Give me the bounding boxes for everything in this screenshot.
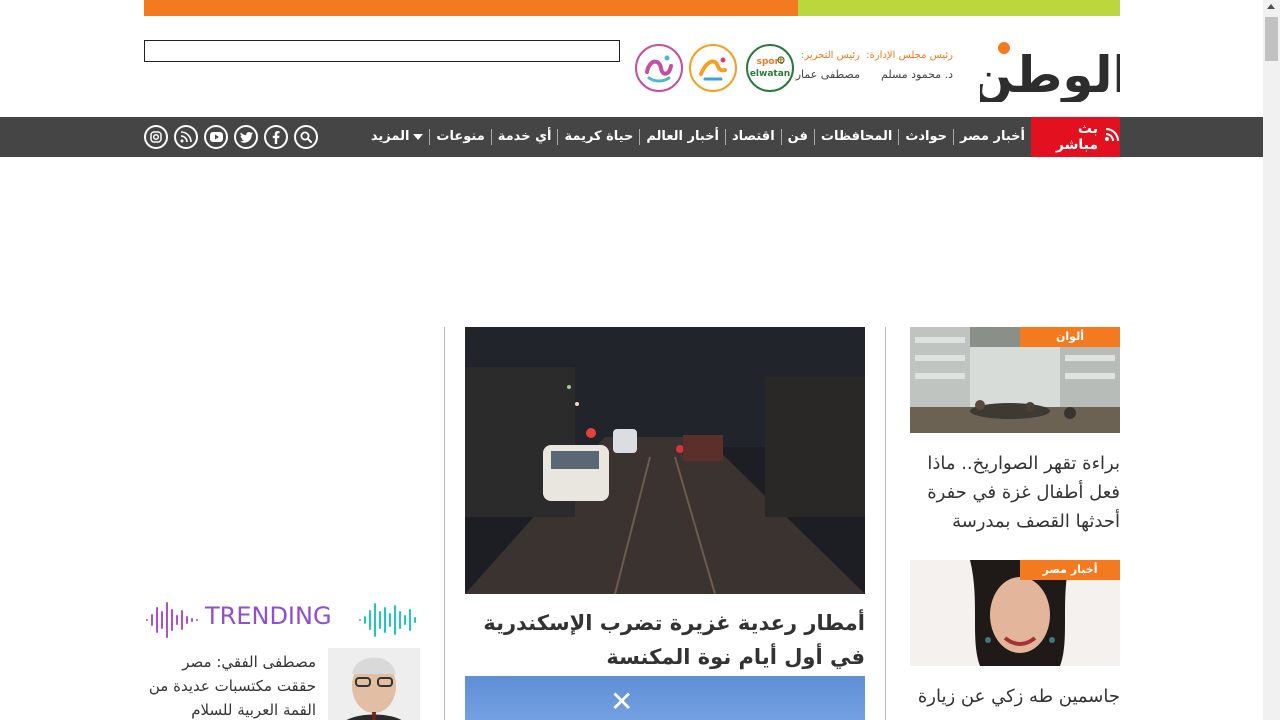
main-story-title[interactable]: أمطار رعدية غزيرة تضرب الإسكندرية في أول… [465,606,865,674]
strip-orange [144,0,798,16]
side-story-title[interactable]: براءة تقهر الصواريخ.. ماذا فعل أطفال غزة… [910,449,1120,536]
top-color-strip [144,0,1120,16]
alwan-logo[interactable] [689,44,737,92]
svg-text:elwatan: elwatan [750,69,790,79]
instagram-icon[interactable] [144,125,168,149]
nav-item-any-service[interactable]: أي خدمة [490,129,558,145]
trending-story-title[interactable]: مصطفى الفقي: مصر حققت مكتسبات عديدة من ا… [144,650,316,720]
trending-story-image[interactable] [328,648,420,720]
scroll-up-icon[interactable] [1267,4,1275,9]
trending-story[interactable]: مصطفى الفقي: مصر حققت مكتسبات عديدة من ا… [144,648,420,720]
site-header: sport elwatan رئيس التحرير: مصطفى عمار ر… [0,16,1263,117]
editor-role: رئيس التحرير: [800,50,860,61]
header-search-input[interactable] [144,40,620,62]
nav-item-misc[interactable]: منوعات [429,129,490,145]
youtube-icon[interactable] [204,125,228,149]
main-story-image[interactable] [465,327,865,594]
page: sport elwatan رئيس التحرير: مصطفى عمار ر… [0,0,1280,720]
scrollbar-thumb[interactable] [1265,17,1278,61]
nav-more-dropdown[interactable]: المزيد [365,129,430,145]
board-name: د. محمود مسلم [881,68,953,81]
nav-item-governorates[interactable]: المحافظات [813,129,898,145]
elwatan-logo[interactable]: الوطن [970,36,1130,105]
side-story-image[interactable]: ألوان [910,327,1120,433]
nav-more-label: المزيد [370,129,410,144]
board-role: رئيس مجلس الإدارة: [866,50,953,61]
live-label: بث مباشر [1055,121,1098,153]
social-icons [144,125,318,149]
side-story-title[interactable]: جاسمين طه زكي عن زيارة [910,682,1120,711]
nav-item-egypt-news[interactable]: أخبار مصر [953,129,1031,145]
side-story-tag[interactable]: أخبار مصر [1020,560,1120,580]
trending-banner: TRENDING [144,600,420,640]
elwatan-sport-logo[interactable]: sport elwatan [746,44,794,92]
twitter-icon[interactable] [234,125,258,149]
nav-item-art[interactable]: فن [780,129,814,145]
chevron-down-icon [413,129,424,145]
column-divider-right [885,327,886,720]
rss-icon[interactable] [174,125,198,149]
trending-label: TRENDING [205,602,332,630]
search-icon[interactable] [294,125,318,149]
logo-text: الوطن [980,46,1120,102]
live-stream-button[interactable]: بث مباشر [1031,117,1120,157]
svg-text:sport: sport [757,57,784,67]
nav-item-incidents[interactable]: حوادث [898,129,953,145]
side-story-tag[interactable]: ألوان [1020,327,1120,347]
main-nav: بث مباشر أخبار مصر حوادث المحافظات فن اق… [0,117,1263,157]
board-chairman: رئيس مجلس الإدارة: د. محمود مسلم [866,50,953,81]
column-divider-left [444,327,445,720]
nav-item-decent-life[interactable]: حياة كريمة [557,129,639,145]
editor-name: مصطفى عمار [795,68,860,81]
page-scrollbar[interactable] [1263,0,1280,720]
side-story-card[interactable]: أخبار مصر جاسمين طه زكي عن زيارة [910,560,1120,711]
next-story-image[interactable]: ✕ [465,676,865,720]
heya-logo[interactable] [635,44,683,92]
strip-green [798,0,1120,16]
nav-menu: أخبار مصر حوادث المحافظات فن اقتصاد أخبا… [365,117,1031,157]
side-story-image[interactable]: أخبار مصر [910,560,1120,666]
live-icon [1104,128,1120,146]
facebook-icon[interactable] [264,125,288,149]
close-icon[interactable]: ✕ [610,688,633,716]
side-story-card[interactable]: ألوان براءة تقهر الصواريخ.. ماذا فعل أطف… [910,327,1120,536]
nav-item-world-news[interactable]: أخبار العالم [639,129,725,145]
editor-in-chief: رئيس التحرير: مصطفى عمار [796,50,860,81]
nav-item-economy[interactable]: اقتصاد [725,129,781,145]
